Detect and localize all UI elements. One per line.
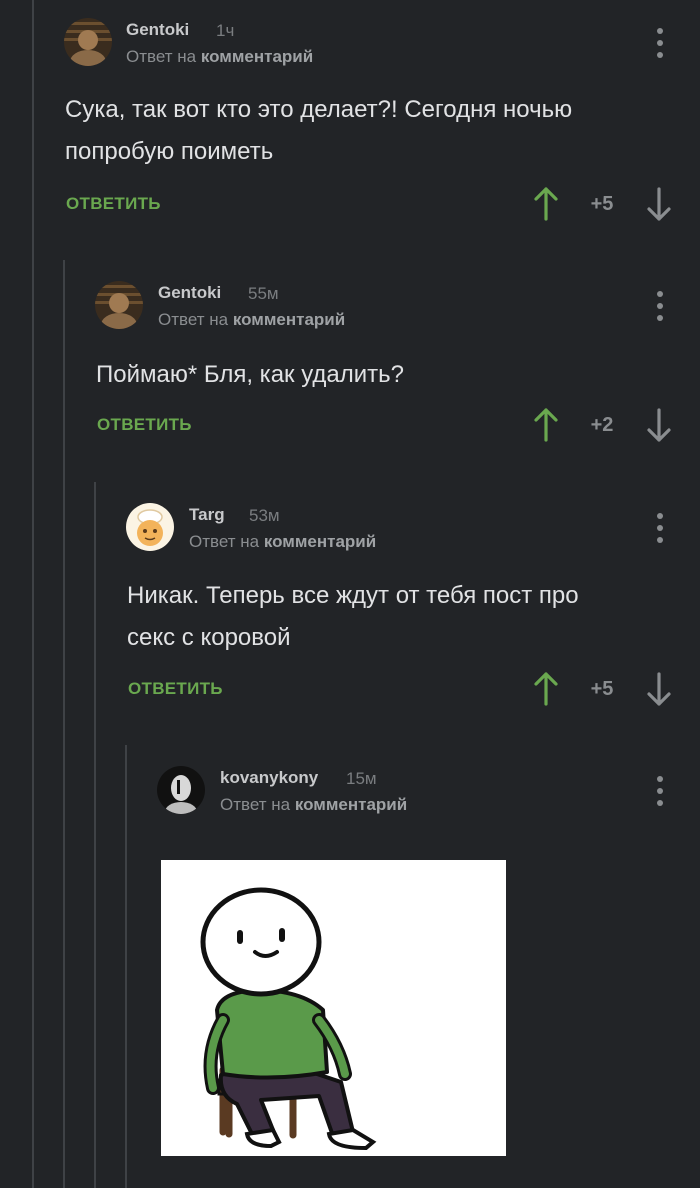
thread-line-3 bbox=[94, 482, 96, 1188]
vote-score: +5 bbox=[590, 193, 614, 215]
arrow-down-icon[interactable] bbox=[645, 407, 673, 443]
author-name[interactable]: Targ bbox=[189, 505, 225, 525]
thread-line-4 bbox=[125, 745, 127, 1188]
thread-line-1 bbox=[32, 0, 34, 1188]
comment-time: 53м bbox=[249, 506, 280, 525]
author-name[interactable]: Gentoki bbox=[126, 20, 189, 40]
reply-to-link[interactable]: комментарий bbox=[201, 47, 313, 66]
reply-to-link[interactable]: комментарий bbox=[295, 795, 407, 814]
reply-button[interactable]: ОТВЕТИТЬ bbox=[97, 415, 192, 435]
more-vertical-icon[interactable] bbox=[656, 291, 664, 321]
author-name[interactable]: Gentoki bbox=[158, 283, 221, 303]
comment-text: Сука, так вот кто это делает?! Сегодня н… bbox=[65, 89, 572, 173]
reply-button[interactable]: ОТВЕТИТЬ bbox=[128, 679, 223, 699]
reply-to: Ответ на комментарий bbox=[126, 47, 313, 67]
avatar[interactable] bbox=[157, 766, 205, 814]
comment-time: 15м bbox=[346, 769, 377, 788]
reply-to-link[interactable]: комментарий bbox=[264, 532, 376, 551]
more-vertical-icon[interactable] bbox=[656, 513, 664, 543]
comment-text: Поймаю* Бля, как удалить? bbox=[96, 354, 404, 396]
avatar[interactable] bbox=[64, 18, 112, 66]
reply-to-prefix: Ответ на bbox=[126, 47, 197, 66]
vote-score: +2 bbox=[590, 414, 614, 436]
reply-to: Ответ на комментарий bbox=[189, 532, 376, 552]
comment-time: 55м bbox=[248, 284, 279, 303]
arrow-down-icon[interactable] bbox=[645, 186, 673, 222]
sitting-character-illustration bbox=[161, 860, 506, 1156]
more-vertical-icon[interactable] bbox=[656, 28, 664, 58]
comment-text-line: попробую поиметь bbox=[65, 138, 274, 165]
reply-button[interactable]: ОТВЕТИТЬ bbox=[66, 194, 161, 214]
author-name[interactable]: kovanykony bbox=[220, 768, 318, 788]
avatar[interactable] bbox=[95, 281, 143, 329]
comment-text-line: Сука, так вот кто это делает?! Сегодня н… bbox=[65, 96, 573, 123]
comment-text-line: Поймаю* Бля, как удалить? bbox=[96, 361, 405, 388]
more-vertical-icon[interactable] bbox=[656, 776, 664, 806]
comment-image[interactable] bbox=[161, 860, 506, 1156]
vote-score: +5 bbox=[590, 678, 614, 700]
reply-to-link[interactable]: комментарий bbox=[233, 310, 345, 329]
comment-time: 1ч bbox=[216, 21, 235, 40]
reply-to: Ответ на комментарий bbox=[220, 795, 407, 815]
avatar[interactable] bbox=[126, 503, 174, 551]
arrow-up-icon[interactable] bbox=[532, 407, 560, 443]
arrow-up-icon[interactable] bbox=[532, 186, 560, 222]
reply-to-prefix: Ответ на bbox=[189, 532, 260, 551]
comment-text-line: Никак. Теперь все ждут от тебя пост про bbox=[127, 582, 579, 609]
reply-to: Ответ на комментарий bbox=[158, 310, 345, 330]
comment-text-line: секс с коровой bbox=[127, 624, 291, 651]
reply-to-prefix: Ответ на bbox=[158, 310, 229, 329]
reply-to-prefix: Ответ на bbox=[220, 795, 291, 814]
thread-line-2 bbox=[63, 260, 65, 1188]
comment-text: Никак. Теперь все ждут от тебя пост про … bbox=[127, 575, 579, 659]
arrow-up-icon[interactable] bbox=[532, 671, 560, 707]
arrow-down-icon[interactable] bbox=[645, 671, 673, 707]
